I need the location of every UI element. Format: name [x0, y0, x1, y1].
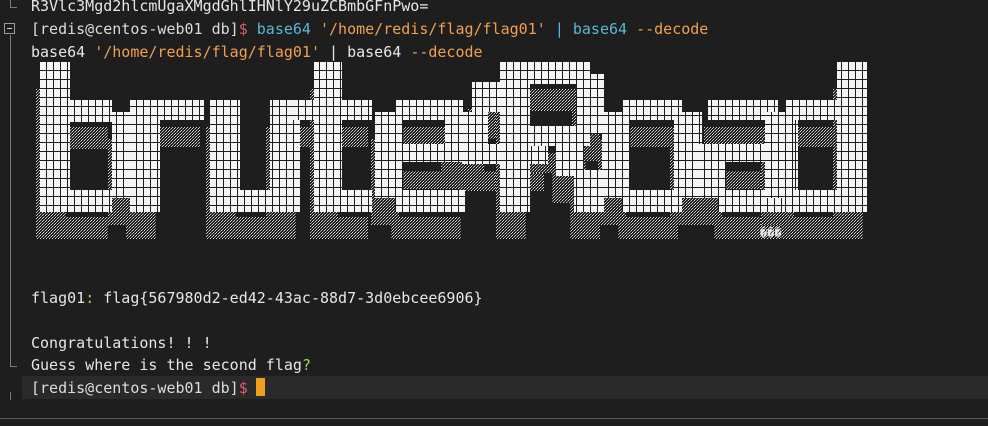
- question-mark: ?: [301, 356, 311, 374]
- flag-label: flag01: [31, 289, 86, 307]
- flag-line: flag01: flag{567980d2-ed42-43ac-88d7-3d0…: [31, 288, 483, 308]
- command-argument: '/home/redis/flag/flag01': [320, 20, 546, 38]
- prompt: [redis@centos-web01 db]: [31, 379, 239, 397]
- pipe-symbol: |: [554, 20, 564, 38]
- congrats-line: Congratulations! ! !: [31, 334, 212, 352]
- fold-guide-end: [10, 366, 17, 367]
- echo-command-2: base64: [347, 43, 402, 61]
- editor-gutter: [0, 0, 22, 400]
- command-line[interactable]: [redis@centos-web01 db]$ base64 '/home/r…: [31, 19, 708, 39]
- output-line-base64: R3Vlc3Mgd2hlcmUgaXMgdGhlIHNlY29uZCBmbGFn…: [31, 0, 429, 15]
- flag-prefix: flag{: [103, 289, 149, 307]
- fold-guide-line: [10, 392, 11, 400]
- prompt: [redis@centos-web01 db]: [31, 20, 239, 38]
- collapse-icon[interactable]: [4, 23, 15, 34]
- echo-flag: --decode: [410, 43, 483, 61]
- echo-pipe: |: [329, 43, 339, 61]
- question-line: Guess where is the second flag?: [31, 355, 311, 375]
- fold-guide-line: [10, 35, 11, 366]
- active-prompt-line[interactable]: [redis@centos-web01 db]$: [31, 378, 265, 398]
- echoed-command-line: base64 '/home/redis/flag/flag01' | base6…: [31, 42, 483, 62]
- banner-tail-glyphs: ���: [760, 226, 782, 240]
- prompt-symbol: $: [238, 379, 248, 397]
- command-name: base64: [256, 20, 311, 38]
- prompt-symbol: $: [238, 20, 248, 38]
- command-name-2: base64: [572, 20, 628, 38]
- flag-value[interactable]: 567980d2-ed42-43ac-88d7-3d0ebcee6906: [148, 289, 473, 307]
- text-cursor[interactable]: [255, 378, 265, 396]
- echo-argument: '/home/redis/flag/flag01': [94, 43, 320, 61]
- ascii-art-banner: ���: [36, 62, 867, 240]
- echo-command: base64: [31, 43, 86, 61]
- fold-guide-end: [10, 7, 17, 8]
- question-text: Guess where is the second flag: [31, 356, 302, 374]
- command-flag: --decode: [636, 20, 709, 38]
- flag-suffix: }: [473, 289, 483, 307]
- flag-colon: :: [85, 289, 95, 307]
- pane-divider: [0, 418, 988, 419]
